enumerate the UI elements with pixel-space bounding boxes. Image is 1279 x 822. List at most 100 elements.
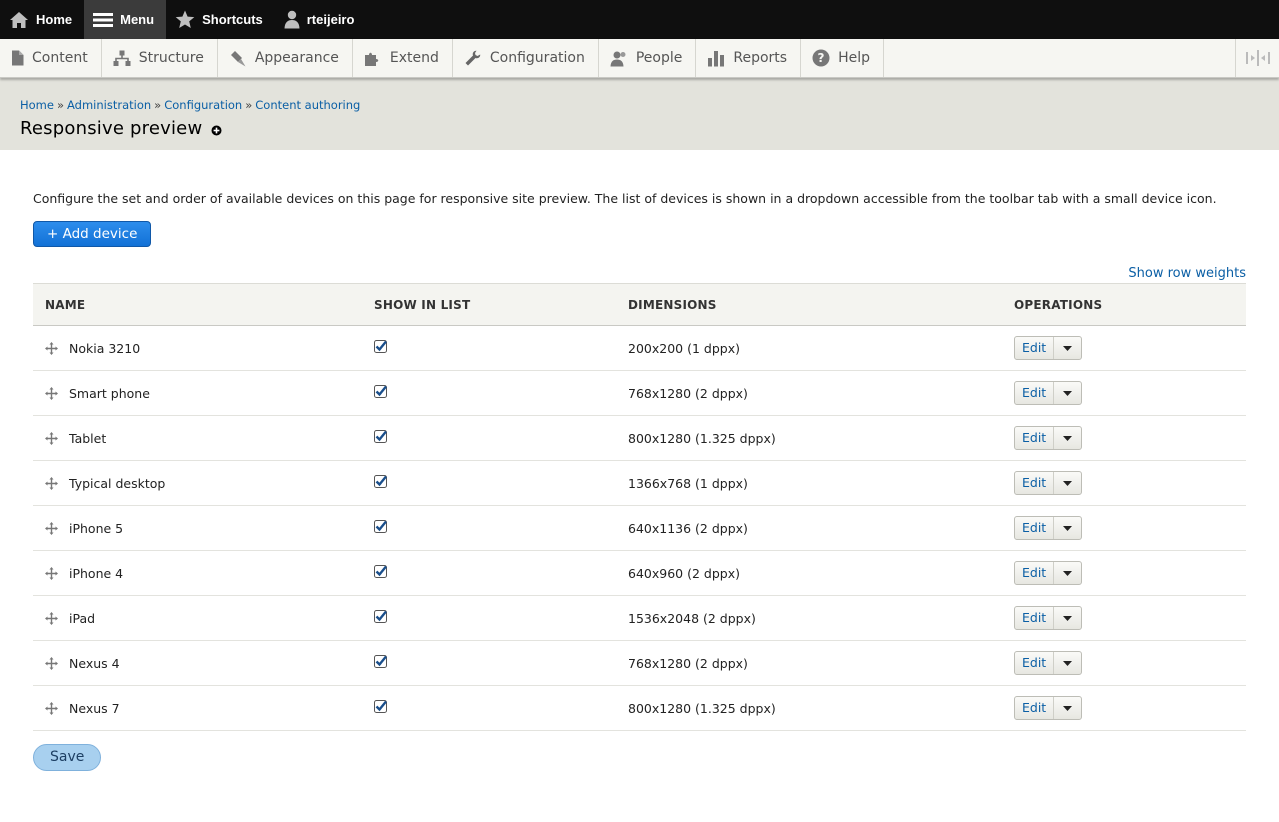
edit-button[interactable]: Edit: [1015, 427, 1055, 449]
page-header: Home» Administration» Configuration» Conten…: [0, 78, 1279, 150]
toolbar-menu[interactable]: Menu: [84, 0, 167, 39]
caret-down-icon: [1063, 435, 1073, 441]
dropdown-toggle[interactable]: [1054, 337, 1081, 359]
show-row-weights-link[interactable]: Show row weights: [1128, 266, 1246, 281]
paint-icon: [230, 50, 246, 66]
show-in-list-checkbox[interactable]: [374, 340, 387, 353]
tray-item-label: Configuration: [489, 50, 585, 66]
table-row: Smart phone 768x1280 (2 dppx) Edit: [33, 370, 1246, 416]
show-in-list-checkbox[interactable]: [374, 700, 387, 713]
dropdown-toggle[interactable]: [1054, 382, 1081, 404]
tray-orientation-toggle[interactable]: [1235, 39, 1279, 77]
edit-button[interactable]: Edit: [1015, 652, 1055, 674]
tray-item-content[interactable]: Content: [0, 39, 102, 77]
show-in-list-cell: [362, 460, 616, 506]
tray-item-label: Help: [838, 50, 870, 66]
dropdown-toggle[interactable]: [1054, 517, 1081, 539]
dimensions-cell: 800x1280 (1.325 dppx): [616, 415, 1002, 461]
tray-item-configuration[interactable]: Configuration: [453, 39, 599, 77]
name-cell: iPad: [33, 595, 362, 641]
edit-button[interactable]: Edit: [1015, 472, 1055, 494]
drag-handle-icon[interactable]: [45, 656, 58, 670]
tray-item-reports[interactable]: Reports: [696, 39, 802, 77]
admin-toolbar: Home Menu Shortcuts rteijeiro: [0, 0, 1279, 39]
drag-handle-icon[interactable]: [45, 701, 58, 715]
drag-handle-icon[interactable]: [45, 341, 58, 355]
tray-item-label: Structure: [138, 50, 204, 66]
show-in-list-checkbox[interactable]: [374, 610, 387, 623]
toolbar-home-label: Home: [36, 12, 73, 27]
save-button[interactable]: Save: [33, 744, 102, 771]
breadcrumb-separator: »: [154, 98, 162, 112]
edit-button[interactable]: Edit: [1015, 382, 1055, 404]
toolbar-user[interactable]: rteijeiro: [275, 0, 367, 39]
table-row: Nexus 7 800x1280 (1.325 dppx) Edit: [33, 685, 1246, 731]
device-name: iPad: [69, 610, 96, 626]
breadcrumb-link-administration[interactable]: Administration: [67, 98, 151, 112]
toolbar-home[interactable]: Home: [0, 0, 84, 39]
add-shortcut-icon[interactable]: [211, 125, 222, 136]
show-in-list-checkbox[interactable]: [374, 475, 387, 488]
caret-down-icon: [1063, 660, 1073, 666]
people-icon: [610, 51, 626, 66]
dropdown-toggle[interactable]: [1054, 652, 1081, 674]
admin-tray: Content Structure Appearance Extend Conf…: [0, 39, 1279, 78]
add-device-button[interactable]: + Add device: [33, 221, 152, 247]
toolbar-user-label: rteijeiro: [306, 12, 355, 27]
tray-item-structure[interactable]: Structure: [102, 39, 218, 77]
operations-cell: Edit: [1002, 685, 1246, 731]
devices-table: NAME SHOW IN LIST DIMENSIONS OPERATIONS …: [33, 283, 1246, 731]
breadcrumb-link-configuration[interactable]: Configuration: [164, 98, 242, 112]
operations-dropbutton: Edit: [1014, 426, 1083, 450]
drag-handle-icon[interactable]: [45, 521, 58, 535]
operations-dropbutton: Edit: [1014, 516, 1083, 540]
toolbar-shortcuts[interactable]: Shortcuts: [166, 0, 275, 39]
table-header-row: NAME SHOW IN LIST DIMENSIONS OPERATIONS: [33, 283, 1246, 326]
operations-dropbutton: Edit: [1014, 696, 1083, 720]
page-title: Responsive preview: [20, 118, 203, 139]
orientation-toggle-icon: [1245, 50, 1270, 66]
edit-button[interactable]: Edit: [1015, 697, 1055, 719]
dropdown-toggle[interactable]: [1054, 697, 1081, 719]
tray-item-help[interactable]: ? Help: [801, 39, 884, 77]
drag-handle-icon[interactable]: [45, 566, 58, 580]
toolbar-shortcuts-label: Shortcuts: [202, 12, 263, 27]
tray-item-people[interactable]: People: [599, 39, 697, 77]
tray-item-extend[interactable]: Extend: [353, 39, 453, 77]
tray-item-label: Extend: [389, 50, 439, 66]
edit-button[interactable]: Edit: [1015, 337, 1055, 359]
caret-down-icon: [1063, 345, 1073, 351]
show-in-list-cell: [362, 505, 616, 551]
dropdown-toggle[interactable]: [1054, 607, 1081, 629]
drag-handle-icon[interactable]: [45, 431, 58, 445]
dropdown-toggle[interactable]: [1054, 472, 1081, 494]
show-in-list-checkbox[interactable]: [374, 655, 387, 668]
edit-button[interactable]: Edit: [1015, 607, 1055, 629]
table-row: iPhone 5 640x1136 (2 dppx) Edit: [33, 505, 1246, 551]
device-name: Smart phone: [69, 385, 150, 401]
show-in-list-checkbox[interactable]: [374, 520, 387, 533]
name-cell: Smart phone: [33, 370, 362, 416]
name-cell: Typical desktop: [33, 460, 362, 506]
edit-button[interactable]: Edit: [1015, 517, 1055, 539]
edit-button[interactable]: Edit: [1015, 562, 1055, 584]
dimensions-cell: 800x1280 (1.325 dppx): [616, 685, 1002, 731]
operations-cell: Edit: [1002, 325, 1246, 371]
home-icon: [10, 11, 28, 28]
show-in-list-checkbox[interactable]: [374, 565, 387, 578]
tray-item-appearance[interactable]: Appearance: [218, 39, 353, 77]
table-row: iPad 1536x2048 (2 dppx) Edit: [33, 595, 1246, 641]
bar-chart-icon: [708, 50, 725, 66]
dropdown-toggle[interactable]: [1054, 427, 1081, 449]
drag-handle-icon[interactable]: [45, 386, 58, 400]
dropdown-toggle[interactable]: [1054, 562, 1081, 584]
drag-handle-icon[interactable]: [45, 476, 58, 490]
operations-cell: Edit: [1002, 505, 1246, 551]
show-in-list-cell: [362, 640, 616, 686]
drag-handle-icon[interactable]: [45, 611, 58, 625]
breadcrumb-link-content-authoring[interactable]: Content authoring: [255, 98, 360, 112]
operations-dropbutton: Edit: [1014, 471, 1083, 495]
breadcrumb-link-home[interactable]: Home: [20, 98, 54, 112]
show-in-list-checkbox[interactable]: [374, 430, 387, 443]
show-in-list-checkbox[interactable]: [374, 385, 387, 398]
